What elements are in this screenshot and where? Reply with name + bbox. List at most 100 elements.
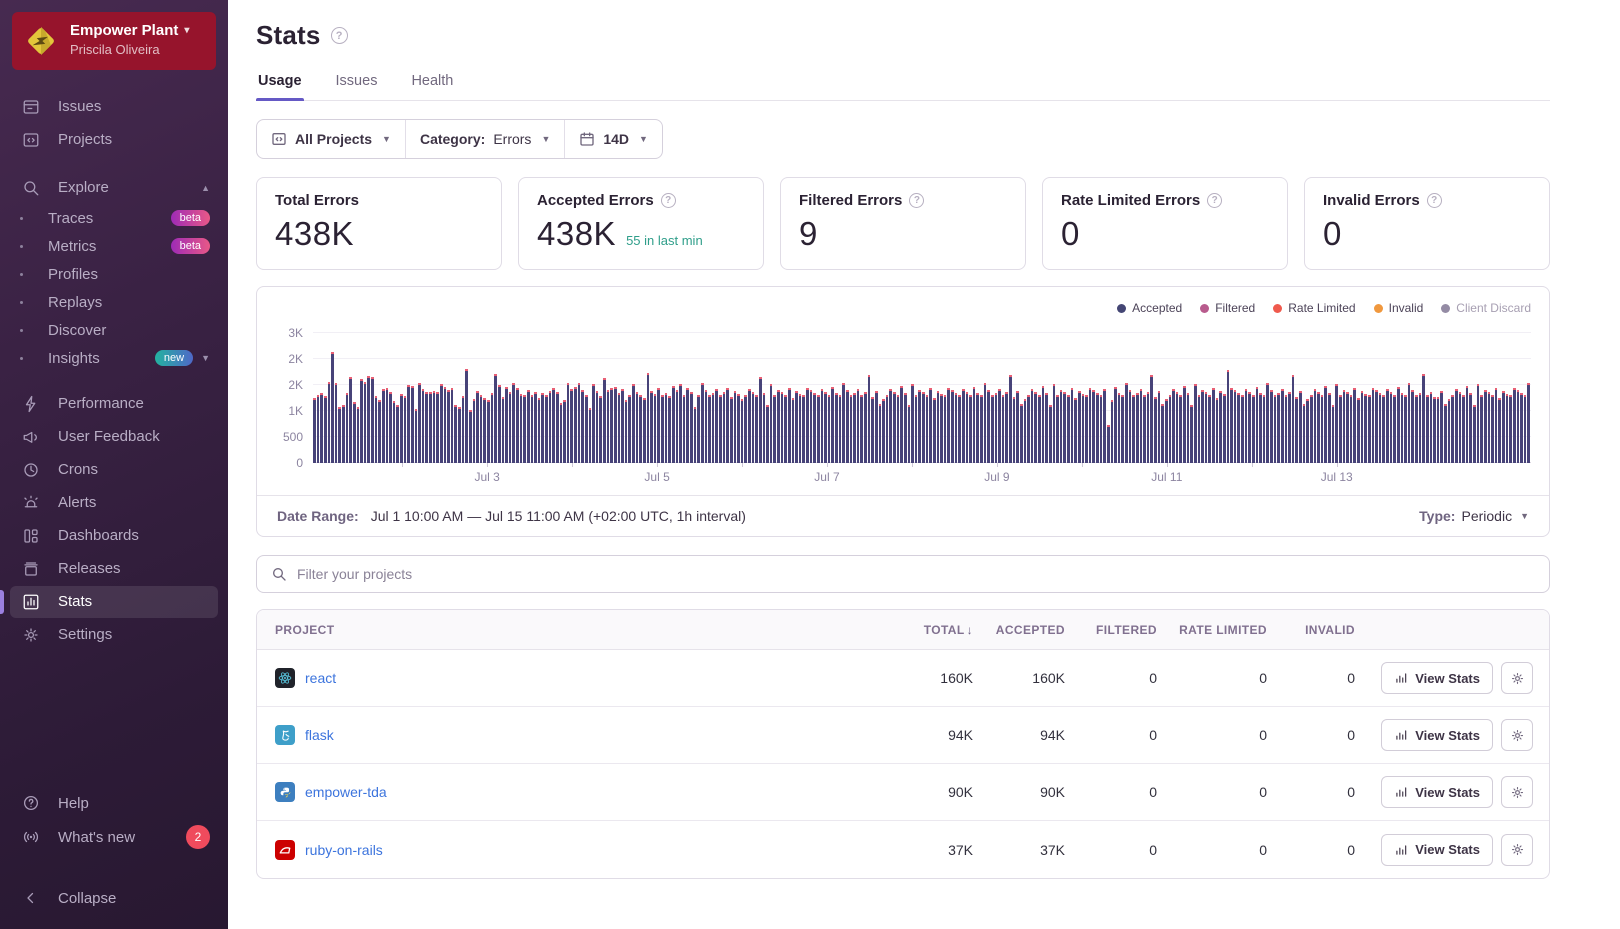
chart-bar[interactable]	[556, 392, 559, 463]
chart-bar[interactable]	[763, 393, 766, 463]
chart-bar[interactable]	[1060, 390, 1063, 463]
chart-bar[interactable]	[1513, 388, 1516, 463]
chart-bar[interactable]	[1437, 397, 1440, 463]
chart-bar[interactable]	[701, 383, 704, 463]
chart-bar[interactable]	[1234, 390, 1237, 463]
chart-bar[interactable]	[1517, 390, 1520, 463]
project-link[interactable]: ruby-on-rails	[305, 842, 383, 858]
project-settings-button[interactable]	[1501, 662, 1533, 694]
chart-bar[interactable]	[712, 393, 715, 463]
chart-bar[interactable]	[324, 396, 327, 463]
chart-bar[interactable]	[1295, 397, 1298, 463]
chart-bar[interactable]	[839, 395, 842, 463]
chart-bar[interactable]	[1165, 399, 1168, 463]
chart-bar[interactable]	[647, 373, 650, 463]
chart-bar[interactable]	[661, 395, 664, 463]
chart-bar[interactable]	[1071, 388, 1074, 463]
chart-bar[interactable]	[415, 409, 418, 463]
chart-bar[interactable]	[429, 392, 432, 463]
chart-bar[interactable]	[509, 392, 512, 464]
chart-bar[interactable]	[1415, 395, 1418, 463]
col-total[interactable]: Total↓	[885, 623, 981, 637]
chart-bar[interactable]	[1266, 383, 1269, 463]
chart-bar[interactable]	[962, 389, 965, 463]
chart-bar[interactable]	[607, 390, 610, 463]
chart-bar[interactable]	[1205, 392, 1208, 463]
chart-bar[interactable]	[1274, 395, 1277, 463]
chart-bar[interactable]	[643, 398, 646, 463]
chart-bar[interactable]	[1005, 392, 1008, 463]
chart-bar[interactable]	[502, 397, 505, 463]
chart-bar[interactable]	[1013, 397, 1016, 463]
chart-bar[interactable]	[806, 388, 809, 463]
chart-bar[interactable]	[625, 400, 628, 463]
chart-bar[interactable]	[523, 395, 526, 463]
chart-bar[interactable]	[1270, 390, 1273, 463]
chart-bar[interactable]	[1375, 390, 1378, 463]
chart-bar[interactable]	[382, 389, 385, 463]
chart-bar[interactable]	[534, 392, 537, 463]
chart-bar[interactable]	[360, 379, 363, 464]
sidebar-item-performance[interactable]: Performance	[10, 388, 218, 420]
chart-bar[interactable]	[737, 394, 740, 463]
chart-bar[interactable]	[516, 388, 519, 463]
chart-bar[interactable]	[665, 393, 668, 463]
chart-bar[interactable]	[589, 408, 592, 463]
chart-bar[interactable]	[462, 396, 465, 463]
sidebar-item-releases[interactable]: Releases	[10, 553, 218, 585]
chart-bar[interactable]	[563, 400, 566, 463]
chart-bar[interactable]	[1477, 384, 1480, 463]
sidebar-item-issues[interactable]: Issues	[10, 91, 218, 123]
chart-bar[interactable]	[357, 407, 360, 463]
chart-bar[interactable]	[792, 398, 795, 463]
chart-bar[interactable]	[1082, 394, 1085, 463]
col-accepted[interactable]: Accepted	[981, 623, 1073, 637]
chart-bar[interactable]	[1480, 395, 1483, 463]
legend-item-accepted[interactable]: Accepted	[1117, 301, 1182, 315]
chart-bar[interactable]	[1161, 404, 1164, 463]
chart-bar[interactable]	[980, 395, 983, 463]
chart-bar[interactable]	[1520, 393, 1523, 463]
chart-bar[interactable]	[1422, 374, 1425, 463]
chart-bar[interactable]	[846, 390, 849, 463]
chart-bar[interactable]	[694, 407, 697, 463]
chart-bar[interactable]	[679, 384, 682, 463]
chart-bar[interactable]	[1411, 390, 1414, 463]
chart-bar[interactable]	[581, 390, 584, 463]
chart-bar[interactable]	[440, 384, 443, 463]
chart-bar[interactable]	[628, 395, 631, 463]
view-stats-button[interactable]: View Stats	[1381, 776, 1493, 808]
chart-bar[interactable]	[1118, 393, 1121, 463]
chart-bar[interactable]	[864, 392, 867, 463]
chart-bar[interactable]	[1150, 375, 1153, 463]
chart-bar[interactable]	[1212, 388, 1215, 463]
chart-bar[interactable]	[1085, 395, 1088, 463]
chart-bar[interactable]	[1285, 395, 1288, 463]
chart-bar[interactable]	[364, 382, 367, 463]
legend-item-filtered[interactable]: Filtered	[1200, 301, 1255, 315]
chart-bar[interactable]	[614, 387, 617, 463]
chart-bar[interactable]	[396, 405, 399, 464]
chart-bar[interactable]	[886, 395, 889, 463]
chart-bar[interactable]	[317, 395, 320, 463]
chart-bar[interactable]	[831, 387, 834, 463]
chart-bar[interactable]	[491, 393, 494, 463]
sidebar-item-metrics[interactable]: Metricsbeta	[10, 233, 218, 260]
chart-bar[interactable]	[871, 397, 874, 463]
chart-bar[interactable]	[469, 410, 472, 463]
chart-bar[interactable]	[1009, 375, 1012, 463]
chart-bar[interactable]	[1049, 405, 1052, 463]
chart-bar[interactable]	[1506, 394, 1509, 463]
chart-bar[interactable]	[966, 392, 969, 463]
chart-bar[interactable]	[342, 405, 345, 463]
chart-bar[interactable]	[1488, 392, 1491, 463]
chart-bar[interactable]	[926, 395, 929, 463]
chart-bar[interactable]	[904, 393, 907, 463]
chart-bar[interactable]	[1198, 395, 1201, 463]
chart-bar[interactable]	[520, 394, 523, 463]
chart-bar[interactable]	[752, 392, 755, 463]
chart-bar[interactable]	[1382, 395, 1385, 463]
chart-bar[interactable]	[802, 395, 805, 463]
chart-bar[interactable]	[683, 395, 686, 463]
sidebar-item-stats[interactable]: Stats	[10, 586, 218, 618]
